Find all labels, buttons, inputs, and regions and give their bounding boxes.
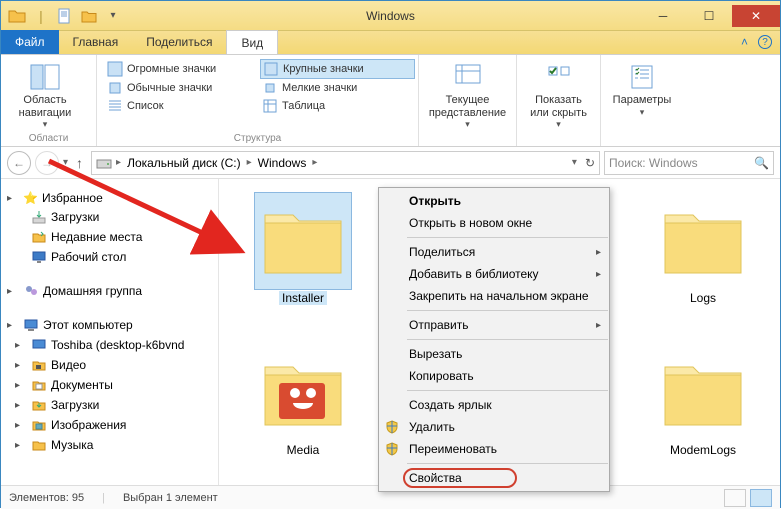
group-areas-label: Области xyxy=(9,133,88,144)
titlebar: | ▾ Windows ─ ☐ ✕ xyxy=(1,1,780,31)
menu-cut[interactable]: Вырезать xyxy=(379,343,609,365)
tree-favorites[interactable]: ▸⭐Избранное xyxy=(1,189,218,207)
tree-video[interactable]: ▸Видео xyxy=(1,355,218,375)
forward-button[interactable]: → xyxy=(35,151,59,175)
tab-view[interactable]: Вид xyxy=(226,30,278,54)
icons-m-button[interactable]: Обычные значки xyxy=(105,79,260,97)
view-details-button[interactable] xyxy=(724,489,746,507)
recent-dropdown[interactable]: ▾ xyxy=(63,157,68,168)
homegroup-icon xyxy=(23,283,39,299)
pc-remote-icon xyxy=(31,337,47,353)
status-selection: Выбран 1 элемент xyxy=(123,492,218,504)
address-bar: ← → ▾ ↑ ▸ Локальный диск (C:) ▸ Windows … xyxy=(1,147,780,179)
current-view-button[interactable]: Текущее представление▾ xyxy=(427,59,508,130)
menu-share[interactable]: Поделиться▸ xyxy=(379,241,609,263)
status-count: Элементов: 95 xyxy=(9,492,84,504)
menu-send-to[interactable]: Отправить▸ xyxy=(379,314,609,336)
tree-toshiba[interactable]: ▸Toshiba (desktop-k6bvnd xyxy=(1,335,218,355)
star-icon: ⭐ xyxy=(23,191,38,205)
options-button[interactable]: Параметры▾ xyxy=(609,59,675,117)
menu-shortcut[interactable]: Создать ярлык xyxy=(379,394,609,416)
folder-media-label: Media xyxy=(287,443,320,457)
table-button[interactable]: Таблица xyxy=(260,97,415,115)
menu-open[interactable]: Открыть xyxy=(379,190,609,212)
video-icon xyxy=(31,357,47,373)
folder-logs-label: Logs xyxy=(690,291,716,305)
address-field[interactable]: ▸ Локальный диск (C:) ▸ Windows ▸ ▾ ↻ xyxy=(91,151,600,175)
tree-documents[interactable]: ▸Документы xyxy=(1,375,218,395)
folder-installer-label: Installer xyxy=(279,291,327,305)
drive-icon xyxy=(96,155,112,171)
quick-access-toolbar: | ▾ xyxy=(1,6,123,26)
tab-home[interactable]: Главная xyxy=(59,30,133,54)
ribbon: Область навигации ▾ Области Огромные зна… xyxy=(1,55,780,147)
icons-s-button[interactable]: Мелкие значки xyxy=(260,79,415,97)
folder-installer[interactable]: Installer xyxy=(243,193,363,305)
shield-icon xyxy=(385,442,399,456)
documents-icon xyxy=(31,377,47,393)
crumb-folder[interactable]: Windows xyxy=(256,156,309,170)
tree-downloads[interactable]: Загрузки xyxy=(1,207,218,227)
new-folder-icon[interactable] xyxy=(79,6,99,26)
folder-media[interactable]: Media xyxy=(243,345,363,457)
ribbon-tabs: Файл Главная Поделиться Вид ˄ ? xyxy=(1,31,780,55)
music-icon xyxy=(31,437,47,453)
tree-pictures[interactable]: ▸Изображения xyxy=(1,415,218,435)
tree-recent[interactable]: Недавние места xyxy=(1,227,218,247)
help-icon[interactable]: ? xyxy=(758,35,772,49)
menu-add-library[interactable]: Добавить в библиотеку▸ xyxy=(379,263,609,285)
view-large-button[interactable] xyxy=(750,489,772,507)
menu-properties[interactable]: Свойства xyxy=(379,467,609,489)
tree-desktop[interactable]: Рабочий стол xyxy=(1,247,218,267)
search-input[interactable]: Поиск: Windows 🔍 xyxy=(604,151,774,175)
menu-rename[interactable]: Переименовать xyxy=(379,438,609,460)
folder-modemlogs-label: ModemLogs xyxy=(670,443,736,457)
tree-music[interactable]: ▸Музыка xyxy=(1,435,218,455)
folder-modemlogs[interactable]: ModemLogs xyxy=(643,345,763,457)
menu-open-new[interactable]: Открыть в новом окне xyxy=(379,212,609,234)
search-icon: 🔍 xyxy=(754,156,769,170)
ribbon-collapse-icon[interactable]: ˄ xyxy=(741,35,748,49)
qat-sep: | xyxy=(31,6,51,26)
downloads-icon xyxy=(31,209,47,225)
back-button[interactable]: ← xyxy=(7,151,31,175)
icons-l-button[interactable]: Крупные значки xyxy=(260,59,415,79)
group-layout-label: Структура xyxy=(105,133,410,144)
tree-downloads2[interactable]: ▸Загрузки xyxy=(1,395,218,415)
minimize-button[interactable]: ─ xyxy=(640,5,686,27)
pc-icon xyxy=(23,317,39,333)
recent-icon xyxy=(31,229,47,245)
nav-pane-label: Область навигации xyxy=(9,94,81,119)
desktop-icon xyxy=(31,249,47,265)
tab-share[interactable]: Поделиться xyxy=(132,30,226,54)
tab-file[interactable]: Файл xyxy=(1,30,59,54)
folder-logs[interactable]: Logs xyxy=(643,193,763,305)
list-button[interactable]: Список xyxy=(105,97,260,115)
show-hide-button[interactable]: Показать или скрыть▾ xyxy=(525,59,592,130)
downloads2-icon xyxy=(31,397,47,413)
icons-xl-button[interactable]: Огромные значки xyxy=(105,59,260,79)
up-button[interactable]: ↑ xyxy=(72,155,87,171)
tree-homegroup[interactable]: ▸Домашняя группа xyxy=(1,281,218,301)
qat-dropdown[interactable]: ▾ xyxy=(103,6,123,26)
context-menu: Открыть Открыть в новом окне Поделиться▸… xyxy=(378,187,610,492)
pictures-icon xyxy=(31,417,47,433)
nav-tree[interactable]: ▸⭐Избранное Загрузки Недавние места Рабо… xyxy=(1,179,219,485)
nav-pane-button[interactable]: Область навигации ▾ xyxy=(9,59,81,130)
shield-icon xyxy=(385,420,399,434)
menu-copy[interactable]: Копировать xyxy=(379,365,609,387)
crumb-drive[interactable]: Локальный диск (C:) xyxy=(125,156,243,170)
properties-icon[interactable] xyxy=(55,6,75,26)
refresh-icon[interactable]: ↻ xyxy=(579,156,595,170)
menu-delete[interactable]: Удалить xyxy=(379,416,609,438)
folder-app-icon xyxy=(7,6,27,26)
tree-pc[interactable]: ▸Этот компьютер xyxy=(1,315,218,335)
maximize-button[interactable]: ☐ xyxy=(686,5,732,27)
addr-dropdown[interactable]: ▾ xyxy=(572,157,577,168)
close-button[interactable]: ✕ xyxy=(732,5,780,27)
menu-pin-start[interactable]: Закрепить на начальном экране xyxy=(379,285,609,307)
